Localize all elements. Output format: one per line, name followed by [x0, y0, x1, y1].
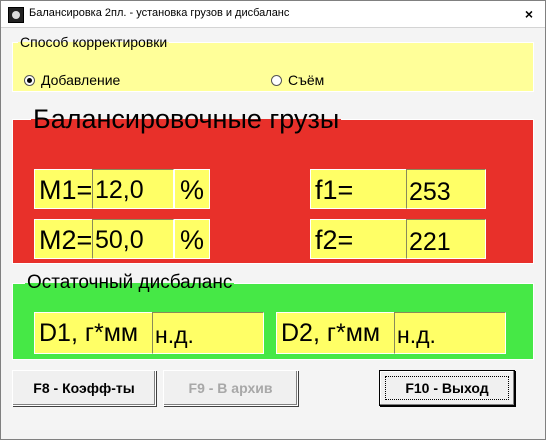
- radio-add-indicator[interactable]: [24, 74, 35, 86]
- balancing-dialog: Балансировка 2пл. - установка грузов и д…: [0, 0, 546, 440]
- window-title: Балансировка 2пл. - установка грузов и д…: [29, 7, 290, 19]
- coefficients-button[interactable]: F8 - Коэфф-ты: [12, 370, 156, 406]
- m2-unit: %: [174, 219, 210, 259]
- radio-add-label: Добавление: [41, 72, 121, 88]
- radio-remove-indicator[interactable]: [271, 74, 282, 86]
- m2-label: M2=: [39, 225, 93, 255]
- correction-method-group: Способ корректировки Добавление Съём: [12, 34, 534, 92]
- correction-method-legend: Способ корректировки: [20, 34, 168, 50]
- exit-button[interactable]: F10 - Выход: [379, 370, 515, 406]
- d1-value: н.д.: [152, 312, 264, 354]
- residual-imbalance-legend: Остаточный дисбаланс: [27, 272, 233, 293]
- radio-add[interactable]: Добавление: [24, 72, 120, 88]
- m1-value: 12,0: [92, 169, 174, 209]
- f2-value: 221: [406, 219, 486, 259]
- m1-label: M1=: [39, 175, 93, 205]
- archive-button[interactable]: F9 - В архив: [163, 370, 298, 406]
- radio-remove-label: Съём: [288, 72, 325, 88]
- app-icon: [8, 7, 24, 23]
- close-button[interactable]: ×: [521, 6, 537, 22]
- m2-value: 50,0: [92, 219, 174, 259]
- m1-unit: %: [174, 169, 210, 209]
- residual-imbalance-group: Остаточный дисбаланс D1, г*мм н.д. D2, г…: [12, 272, 534, 360]
- exit-button-label: F10 - Выход: [405, 380, 489, 396]
- balancing-weights-group: Балансировочные грузы M1= 12,0 % M2= 50,…: [12, 104, 534, 264]
- title-bar[interactable]: Балансировка 2пл. - установка грузов и д…: [1, 1, 545, 28]
- d2-value: н.д.: [394, 312, 506, 354]
- radio-remove[interactable]: Съём: [271, 72, 324, 88]
- f1-value: 253: [406, 169, 486, 209]
- balancing-weights-legend: Балансировочные грузы: [33, 104, 340, 134]
